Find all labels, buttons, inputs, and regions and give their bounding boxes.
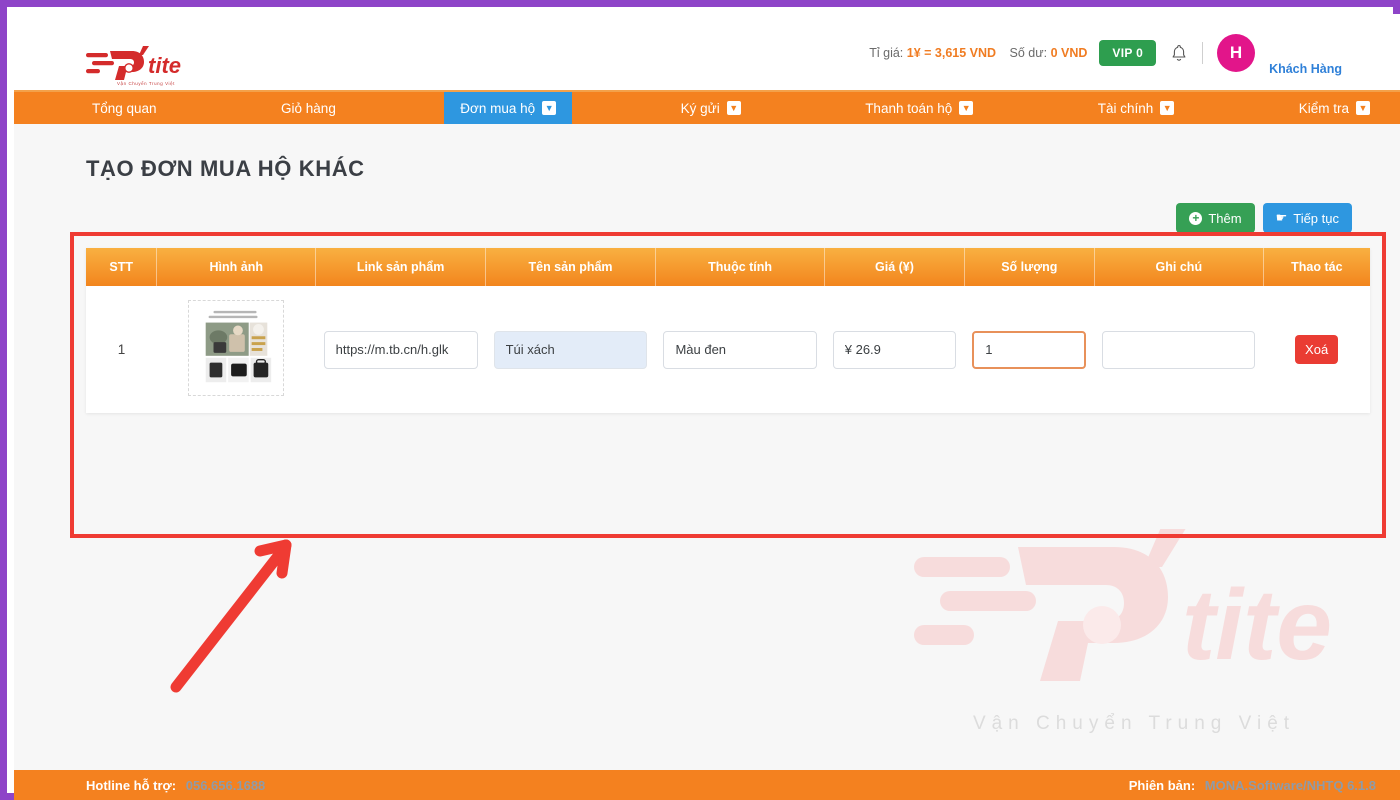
chevron-down-icon: ▼ (1160, 101, 1175, 115)
chevron-down-icon: ▼ (726, 101, 741, 115)
bell-icon-glyph (1172, 44, 1186, 61)
hotline-label: Hotline hỗ trợ: (86, 777, 177, 793)
product-link-input[interactable] (323, 330, 478, 369)
watermark-logo-icon: tite (914, 525, 1332, 681)
cell-attribute (655, 286, 825, 413)
table-action-bar: + Thêm ☛ Tiếp tục (1176, 203, 1352, 233)
product-name-input[interactable] (493, 330, 648, 369)
add-row-label: Thêm (1208, 210, 1242, 226)
nav-label: Ký gửi (680, 100, 720, 116)
chevron-down-icon: ▼ (542, 101, 557, 115)
exchange-rate-label: Tỉ giá: (869, 46, 904, 60)
watermark-wordmark: tite (1182, 569, 1332, 681)
footer-hotline: Hotline hỗ trợ: 056.656.1688 (86, 778, 265, 793)
product-price-input[interactable] (832, 330, 957, 369)
table-row: 1 https://m.tb.cn/h.glk Túi xách Màu đen… (86, 286, 1370, 413)
site-header: tite Vận Chuyển Trung Việt Tỉ giá: 1¥ = … (14, 14, 1400, 92)
order-table-head: STT Hình ảnh Link sản phẩm Tên sản phẩm … (86, 248, 1370, 286)
nav-label: Đơn mua hộ (460, 100, 536, 116)
th-price: Giá (¥) (824, 248, 965, 286)
th-action: Thao tác (1263, 248, 1370, 286)
continue-button[interactable]: ☛ Tiếp tục (1262, 203, 1352, 233)
nav-item-tong-quan[interactable]: Tổng quan (76, 92, 173, 124)
balance-label: Số dư: (1009, 46, 1048, 60)
order-table-body: 1 https://m.tb.cn/h.glk Túi xách Màu đen… (86, 286, 1370, 413)
nav-item-ky-gui[interactable]: Ký gửi ▼ (665, 92, 757, 124)
th-name: Tên sản phẩm (485, 248, 656, 286)
hotline-value[interactable]: 056.656.1688 (186, 778, 266, 793)
version-label: Phiên bản: (1128, 777, 1196, 793)
cell-image (156, 286, 316, 413)
nav-item-gio-hang[interactable]: Giỏ hàng (265, 92, 352, 124)
order-table: STT Hình ảnh Link sản phẩm Tên sản phẩm … (86, 248, 1370, 413)
nav-label: Kiểm tra (1298, 100, 1349, 116)
site-footer: Hotline hỗ trợ: 056.656.1688 Phiên bản: … (14, 770, 1400, 800)
th-quantity: Số lượng (964, 248, 1095, 286)
exchange-rate-value: 1¥ = 3,615 VND (906, 46, 997, 60)
product-attribute-input[interactable] (663, 330, 817, 369)
balance-value: 0 VND (1050, 46, 1088, 60)
plus-circle-icon: + (1189, 211, 1203, 225)
page-title: TẠO ĐƠN MUA HỘ KHÁC (86, 156, 365, 181)
logo-wordmark: tite (148, 53, 181, 78)
product-quantity-input[interactable] (972, 330, 1087, 369)
main-navigation: Tổng quan Giỏ hàng Đơn mua hộ ▼ Ký gửi ▼… (14, 92, 1400, 124)
nav-item-thanh-toan-ho[interactable]: Thanh toán hộ ▼ (849, 92, 989, 124)
site-logo[interactable]: tite Vận Chuyển Trung Việt (86, 46, 206, 88)
nav-item-tai-chinh[interactable]: Tài chính ▼ (1082, 92, 1191, 124)
avatar[interactable]: H (1217, 34, 1256, 72)
cell-link (315, 286, 486, 413)
nav-label: Giỏ hàng (281, 100, 336, 116)
cell-stt: 1 (86, 286, 157, 413)
th-link: Link sản phẩm (315, 248, 487, 286)
watermark-tagline: Vận Chuyển Trung Việt (972, 713, 1296, 734)
order-table-card: STT Hình ảnh Link sản phẩm Tên sản phẩm … (86, 248, 1370, 413)
nav-label: Tổng quan (92, 100, 157, 116)
cell-action: Xoá (1263, 286, 1370, 413)
th-image: Hình ảnh (156, 248, 317, 286)
product-note-input[interactable] (1102, 330, 1256, 369)
page-content: TẠO ĐƠN MUA HỘ KHÁC tite Vận Chuyển Trun… (14, 124, 1400, 800)
annotation-arrow-icon (170, 539, 292, 693)
chevron-down-icon: ▼ (1356, 101, 1370, 115)
cell-name (485, 286, 656, 413)
version-value: MONA.Software/NHTQ 6.1.8 (1204, 777, 1376, 793)
nav-label: Tài chính (1097, 100, 1154, 116)
table-header-row: STT Hình ảnh Link sản phẩm Tên sản phẩm … (86, 248, 1370, 286)
add-row-button[interactable]: + Thêm (1176, 203, 1255, 233)
th-note: Ghi chú (1094, 248, 1264, 286)
continue-label: Tiếp tục (1293, 210, 1339, 226)
product-thumbnail[interactable] (188, 300, 285, 396)
th-stt: STT (86, 248, 158, 286)
user-name[interactable]: Khách Hàng (1269, 62, 1342, 76)
cell-price (824, 286, 965, 413)
header-divider (1202, 42, 1204, 64)
nav-label: Thanh toán hộ (865, 100, 953, 116)
hand-point-right-icon: ☛ (1275, 210, 1288, 225)
chevron-down-icon: ▼ (959, 101, 974, 115)
background-watermark: tite Vận Chuyển Trung Việt (914, 525, 1354, 759)
logo-icon: tite (86, 46, 181, 80)
delete-row-button[interactable]: Xoá (1295, 335, 1339, 364)
annotation-frame: tite Vận Chuyển Trung Việt Tỉ giá: 1¥ = … (0, 0, 1400, 800)
footer-version: Phiên bản: MONA.Software/NHTQ 6.1.8 (1129, 778, 1376, 793)
cell-note (1094, 286, 1264, 413)
header-right-cluster: Tỉ giá: 1¥ = 3,615 VND Số dư: 0 VND VIP … (869, 14, 1342, 92)
th-attribute: Thuộc tính (655, 248, 826, 286)
cell-quantity (964, 286, 1095, 413)
exchange-rate-block: Tỉ giá: 1¥ = 3,615 VND Số dư: 0 VND (869, 46, 1087, 60)
page-root: tite Vận Chuyển Trung Việt Tỉ giá: 1¥ = … (14, 14, 1400, 800)
product-thumbnail-image (192, 304, 281, 392)
bell-icon[interactable] (1168, 41, 1190, 65)
logo-tagline: Vận Chuyển Trung Việt (117, 81, 175, 86)
nav-item-kiem-tra[interactable]: Kiểm tra ▼ (1283, 92, 1386, 124)
nav-item-don-mua-ho[interactable]: Đơn mua hộ ▼ (444, 92, 573, 124)
vip-badge[interactable]: VIP 0 (1099, 40, 1157, 66)
